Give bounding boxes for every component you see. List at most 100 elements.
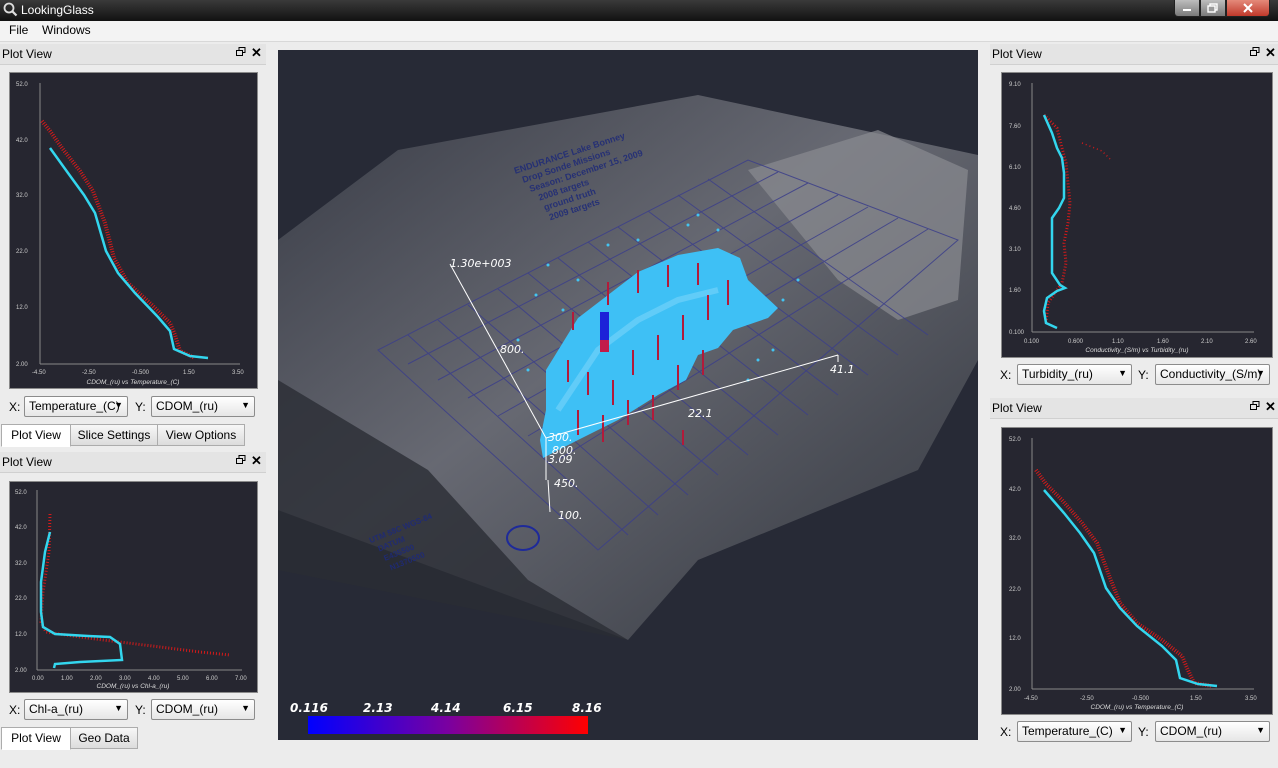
xtick: 4.00: [148, 676, 160, 682]
3d-view[interactable]: ENDURANCE Lake Bonney Drop Sonde Mission…: [278, 50, 978, 740]
x-combo-value: Temperature_(C): [29, 399, 120, 413]
ytick: 9.10: [1009, 82, 1021, 88]
title-bar: LookingGlass: [0, 0, 1278, 21]
dock-close-icon[interactable]: ✕: [1265, 45, 1276, 61]
float-icon[interactable]: [236, 47, 246, 57]
high-value-column: [600, 312, 609, 342]
dock-close-icon[interactable]: ✕: [251, 453, 262, 469]
chevron-down-icon: ▼: [241, 400, 250, 410]
plot-temp-cdom-right[interactable]: 52.0 42.0 32.0 22.0 12.0 2.00 -4.50 -2.5…: [1001, 427, 1273, 715]
y-label: Y:: [1138, 725, 1149, 739]
x-axis-combo[interactable]: Temperature_(C) ▼: [1017, 721, 1132, 742]
y-combo-value: CDOM_(ru): [156, 399, 218, 413]
dock-title: Plot View: [992, 47, 1042, 61]
axis-label: 3.09: [548, 453, 573, 466]
close-icon: [1243, 3, 1253, 13]
minimize-button[interactable]: [1174, 0, 1200, 17]
ytick: 42.0: [15, 525, 27, 531]
y-combo-value: Conductivity_(S/m): [1160, 367, 1262, 381]
close-window-button[interactable]: [1226, 0, 1270, 17]
dock-close-icon[interactable]: ✕: [251, 45, 262, 61]
y-combo-value: CDOM_(ru): [156, 702, 218, 716]
xtick: 5.00: [177, 676, 189, 682]
y-combo-value: CDOM_(ru): [1160, 724, 1222, 738]
tab-view-options[interactable]: View Options: [157, 424, 245, 446]
tab-plot-view[interactable]: Plot View: [1, 424, 71, 447]
colorbar-tick: 2.13: [363, 701, 393, 715]
xtick: -2.50: [82, 370, 96, 376]
plot-caption: CDOM_(ru) vs Temperature_(C): [1091, 704, 1184, 711]
dock-title: Plot View: [2, 455, 52, 469]
ytick: 42.0: [1009, 487, 1021, 493]
maximize-button[interactable]: [1200, 0, 1226, 17]
tab-plot-view[interactable]: Plot View: [1, 727, 71, 750]
profile-line: [1042, 114, 1068, 330]
profile-line: [1043, 489, 1218, 688]
x-axis-combo[interactable]: Temperature_(C) ▼: [24, 396, 128, 417]
app-magnifier-icon: [3, 2, 18, 17]
colorbar-tick: 6.15: [503, 701, 533, 715]
xtick: 6.00: [206, 676, 218, 682]
chevron-down-icon: ▼: [1118, 368, 1127, 378]
plot-canvas: 52.0 42.0 32.0 22.0 12.0 2.00 -4.50 -2.5…: [16, 82, 244, 386]
minimize-icon: [1183, 9, 1191, 11]
chevron-down-icon: ▼: [241, 703, 250, 713]
xtick: 1.50: [183, 370, 195, 376]
menu-windows[interactable]: Windows: [42, 23, 91, 37]
y-axis-combo[interactable]: CDOM_(ru) ▼: [151, 396, 255, 417]
chevron-down-icon: ▼: [114, 703, 123, 713]
x-label: X:: [1000, 725, 1012, 739]
xtick: 0.600: [1068, 339, 1084, 345]
plot-turbidity-conductivity[interactable]: 9.10 7.60 6.10 4.60 3.10 1.60 0.100 0.10…: [1001, 72, 1273, 358]
menu-bar: File Windows: [0, 21, 1278, 42]
ytick: 52.0: [15, 490, 27, 496]
xtick: -2.50: [1080, 696, 1094, 702]
y-axis-combo[interactable]: CDOM_(ru) ▼: [151, 699, 255, 720]
x-label: X:: [1000, 368, 1012, 382]
xtick: -4.50: [32, 370, 46, 376]
xtick: 1.60: [1157, 339, 1169, 345]
tab-slice-settings[interactable]: Slice Settings: [70, 424, 158, 446]
left-tab-bar: Plot View Slice Settings View Options: [0, 424, 266, 447]
tab-geo-data[interactable]: Geo Data: [70, 727, 138, 749]
profile-line: [48, 147, 209, 360]
y-axis-combo[interactable]: Conductivity_(S/m) ▼: [1155, 364, 1270, 385]
float-icon[interactable]: [1250, 401, 1260, 411]
left-bottom-tab-bar: Plot View Geo Data: [0, 727, 266, 750]
xtick: 1.50: [1190, 696, 1202, 702]
x-combo-value: Turbidity_(ru): [1022, 367, 1093, 381]
xtick: 2.00: [90, 676, 102, 682]
chevron-down-icon: ▼: [1256, 368, 1265, 378]
axis-label: 800.: [500, 343, 525, 356]
ytick: 32.0: [16, 193, 28, 199]
menu-file[interactable]: File: [9, 23, 28, 37]
ytick: 2.00: [15, 668, 27, 674]
x-axis-combo[interactable]: Turbidity_(ru) ▼: [1017, 364, 1132, 385]
ytick: 52.0: [16, 82, 28, 88]
x-combo-value: Temperature_(C): [1022, 724, 1113, 738]
float-icon[interactable]: [1250, 47, 1260, 57]
dock-title: Plot View: [2, 47, 52, 61]
axis-label: 300.: [548, 431, 573, 444]
plot-canvas: 52.0 42.0 32.0 22.0 12.0 2.00 -4.50 -2.5…: [1009, 437, 1257, 711]
xtick: 1.10: [1112, 339, 1124, 345]
xtick: -0.500: [132, 370, 150, 376]
xtick: -4.50: [1024, 696, 1038, 702]
chevron-down-icon: ▼: [1118, 725, 1127, 735]
colorbar-tick: 0.116: [290, 701, 328, 715]
dock-close-icon[interactable]: ✕: [1265, 399, 1276, 415]
x-axis-combo[interactable]: Chl-a_(ru) ▼: [24, 699, 128, 720]
y-axis-combo[interactable]: CDOM_(ru) ▼: [1155, 721, 1270, 742]
y-label: Y:: [1138, 368, 1149, 382]
ytick: 0.100: [1009, 330, 1025, 336]
xtick: 2.10: [1201, 339, 1213, 345]
float-icon[interactable]: [236, 455, 246, 465]
plot-temp-cdom-left[interactable]: 52.0 42.0 32.0 22.0 12.0 2.00 -4.50 -2.5…: [9, 72, 258, 389]
axis-label: 1.30e+003: [450, 257, 511, 270]
left-top-axis-selectors: X: Temperature_(C) ▼ Y: CDOM_(ru) ▼: [9, 396, 259, 418]
colorbar: 0.116 2.13 4.14 6.15 8.16: [290, 701, 602, 715]
xtick: 0.00: [32, 676, 44, 682]
axis-label: 22.1: [688, 407, 713, 420]
xtick: 3.50: [232, 370, 244, 376]
plot-chla-cdom[interactable]: 52.0 42.0 32.0 22.0 12.0 2.00 0.00 1.00 …: [9, 481, 258, 693]
